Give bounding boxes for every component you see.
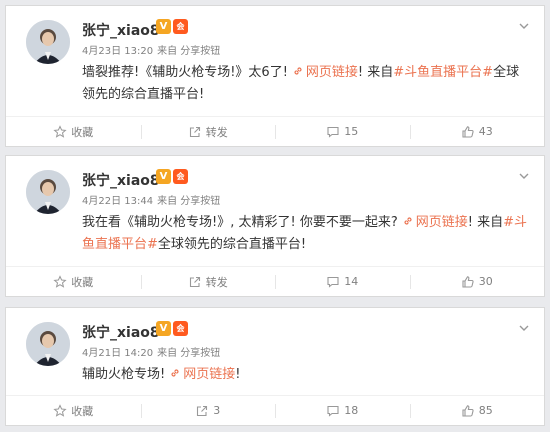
favorite-label: 收藏 [71, 125, 94, 139]
post-text-middle: ! 来自 [467, 215, 504, 230]
comment-count: 14 [344, 275, 359, 288]
favorite-button[interactable]: 收藏 [6, 117, 141, 146]
star-icon [53, 403, 67, 418]
favorite-button[interactable]: 收藏 [6, 396, 141, 425]
post-card: 张宁_xiao8 V 会 4月22日 13:44 来自 分享按钮 我在看《辅助火枪… [5, 155, 545, 297]
post-date[interactable]: 4月23日 13:20 [82, 46, 153, 57]
like-count: 43 [478, 125, 493, 138]
verified-badge: V [156, 169, 171, 184]
repost-label: 转发 [205, 125, 228, 139]
web-link[interactable]: 网页链接 [306, 65, 358, 80]
comment-icon [326, 125, 340, 139]
link-icon [169, 367, 181, 379]
action-bar: 收藏 转发 15 43 [6, 116, 544, 146]
comment-button[interactable]: 18 [275, 396, 410, 425]
like-count: 85 [478, 404, 493, 417]
more-chevron-icon[interactable] [518, 20, 530, 32]
more-chevron-icon[interactable] [518, 322, 530, 334]
post-date[interactable]: 4月22日 13:44 [82, 196, 153, 207]
link-icon [292, 65, 304, 77]
post-text-main: 墙裂推荐!《辅助火枪专场!》太6了! [82, 65, 288, 80]
thumbs-up-icon [461, 404, 475, 418]
action-bar: 收藏 转发 14 30 [6, 266, 544, 296]
comment-count: 18 [344, 404, 359, 417]
post-card: 张宁_xiao8 V 会 4月21日 14:20 来自 分享按钮 辅助火枪专场! 网… [5, 307, 545, 426]
repost-icon [195, 404, 209, 418]
repost-label: 转发 [205, 275, 228, 289]
favorite-button[interactable]: 收藏 [6, 267, 141, 296]
post-text-end: ! [235, 367, 241, 382]
avatar[interactable] [26, 20, 70, 64]
post-text-main: 我在看《辅助火枪专场!》, 太精彩了! 你要不要一起来? [82, 215, 398, 230]
comment-icon [326, 404, 340, 418]
comment-icon [326, 275, 340, 289]
like-button[interactable]: 85 [409, 396, 545, 425]
repost-icon [188, 125, 202, 139]
verified-badge: V [156, 19, 171, 34]
star-icon [53, 124, 67, 139]
verified-badge: V [156, 321, 171, 336]
star-icon [53, 274, 67, 289]
post-source: 来自 分享按钮 [157, 196, 221, 207]
web-link[interactable]: 网页链接 [183, 367, 235, 382]
repost-count: 3 [213, 404, 221, 417]
weibo-feed: 张宁_xiao8 V 会 4月23日 13:20 来自 分享按钮 墙裂推荐!《辅助… [0, 0, 550, 432]
repost-button[interactable]: 转发 [140, 267, 276, 296]
post-text: 辅助火枪专场! 网页链接! [82, 364, 530, 386]
favorite-label: 收藏 [71, 404, 94, 418]
like-button[interactable]: 43 [409, 117, 545, 146]
thumbs-up-icon [461, 125, 475, 139]
post-text-middle: ! 来自 [357, 65, 394, 80]
author-name[interactable]: 张宁_xiao8 [82, 322, 160, 342]
author-name[interactable]: 张宁_xiao8 [82, 20, 160, 40]
post-card: 张宁_xiao8 V 会 4月23日 13:20 来自 分享按钮 墙裂推荐!《辅助… [5, 5, 545, 147]
vip-badge: 会 [173, 19, 188, 34]
post-text-end: 全球领先的综合直播平台! [157, 237, 307, 252]
more-chevron-icon[interactable] [518, 170, 530, 182]
author-name[interactable]: 张宁_xiao8 [82, 170, 160, 190]
post-date[interactable]: 4月21日 14:20 [82, 348, 153, 359]
thumbs-up-icon [461, 275, 475, 289]
post-source: 来自 分享按钮 [157, 46, 221, 57]
like-button[interactable]: 30 [409, 267, 545, 296]
action-bar: 收藏 3 18 85 [6, 395, 544, 425]
post-text-main: 辅助火枪专场! [82, 367, 166, 382]
comment-button[interactable]: 15 [275, 117, 410, 146]
link-icon [402, 215, 414, 227]
avatar[interactable] [26, 322, 70, 366]
web-link[interactable]: 网页链接 [416, 215, 468, 230]
vip-badge: 会 [173, 321, 188, 336]
hashtag-link[interactable]: #斗鱼直播平台# [393, 65, 493, 80]
vip-badge: 会 [173, 169, 188, 184]
post-text: 我在看《辅助火枪专场!》, 太精彩了! 你要不要一起来? 网页链接! 来自#斗鱼直… [82, 212, 530, 256]
favorite-label: 收藏 [71, 275, 94, 289]
like-count: 30 [478, 275, 493, 288]
comment-count: 15 [344, 125, 359, 138]
post-source: 来自 分享按钮 [157, 348, 221, 359]
repost-icon [188, 275, 202, 289]
avatar[interactable] [26, 170, 70, 214]
repost-button[interactable]: 3 [140, 396, 276, 425]
comment-button[interactable]: 14 [275, 267, 410, 296]
repost-button[interactable]: 转发 [140, 117, 276, 146]
post-text: 墙裂推荐!《辅助火枪专场!》太6了! 网页链接! 来自#斗鱼直播平台#全球领先的综… [82, 62, 530, 106]
